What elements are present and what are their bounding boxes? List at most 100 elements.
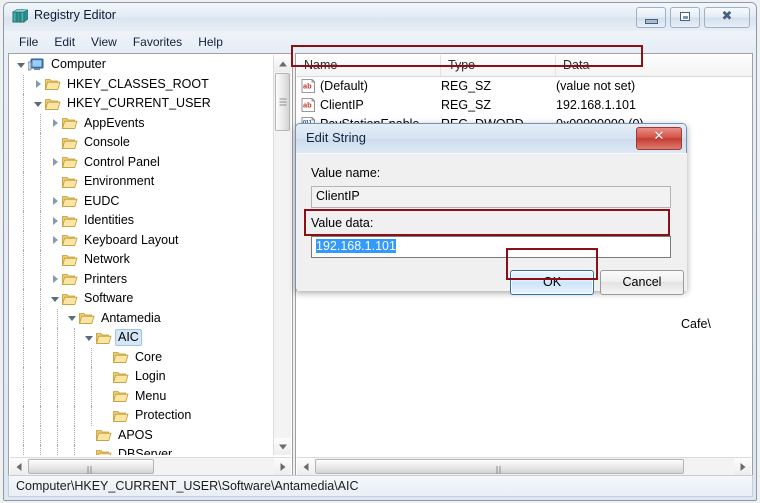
tree-guide-line xyxy=(23,133,25,153)
chevron-right-icon[interactable] xyxy=(50,273,62,285)
tree-guide-line xyxy=(57,367,59,387)
folder-icon xyxy=(45,97,61,111)
chevron-right-icon[interactable] xyxy=(50,234,62,246)
tree-guide-line xyxy=(40,250,42,270)
dialog-close-button[interactable]: ✕ xyxy=(636,127,682,150)
tree-item-login[interactable]: Login xyxy=(10,367,276,387)
chevron-right-icon[interactable] xyxy=(50,117,62,129)
tree-item-hkey-current-user[interactable]: HKEY_CURRENT_USER xyxy=(10,94,276,114)
chevron-right-icon[interactable] xyxy=(50,195,62,207)
value-name-cell: ab ClientIP xyxy=(297,97,441,112)
restore-icon xyxy=(680,12,690,21)
value-row[interactable]: ab (Default) REG_SZ (value not set) xyxy=(297,76,752,95)
tree-item-computer[interactable]: Computer xyxy=(10,55,276,75)
value-row[interactable]: ab ClientIP REG_SZ 192.168.1.101 xyxy=(297,95,752,114)
menu-item-view[interactable]: View xyxy=(83,33,125,51)
grip-icon xyxy=(279,98,286,106)
chevron-down-icon[interactable] xyxy=(16,59,28,71)
registry-tree[interactable]: Computer HKEY_CLASSES_ROOT HKEY_CURRENT_US… xyxy=(10,55,276,455)
tree-item-network[interactable]: Network xyxy=(10,250,276,270)
chevron-left-icon xyxy=(16,462,21,471)
tree-item-printers[interactable]: Printers xyxy=(10,269,276,289)
tree-guide-line xyxy=(40,308,42,328)
edit-string-dialog: Edit String ✕ Value name: ClientIP Value… xyxy=(295,123,687,295)
tree-item-hkey-classes-root[interactable]: HKEY_CLASSES_ROOT xyxy=(10,74,276,94)
chevron-right-icon[interactable] xyxy=(33,78,45,90)
values-horizontal-scrollbar[interactable] xyxy=(297,457,751,488)
tree-guide-line xyxy=(23,113,25,133)
tree-item-menu[interactable]: Menu xyxy=(10,386,276,406)
tree-guide-line xyxy=(40,289,42,309)
tree-item-label: EUDC xyxy=(84,193,120,208)
folder-icon xyxy=(113,350,129,364)
tree-item-label: AppEvents xyxy=(84,115,145,130)
values-hscroll-left-button[interactable] xyxy=(297,458,314,475)
tree-item-protection[interactable]: Protection xyxy=(10,406,276,426)
tree-guide-line xyxy=(23,191,25,211)
tree-item-appevents[interactable]: AppEvents xyxy=(10,113,276,133)
tree-scroll-down-button[interactable] xyxy=(274,438,291,455)
chevron-down-icon[interactable] xyxy=(33,98,45,110)
tree-item-identities[interactable]: Identities xyxy=(10,211,276,231)
value-data-input[interactable]: 192.168.1.101 xyxy=(311,236,671,258)
tree-guide-line xyxy=(74,367,76,387)
menu-item-favorites[interactable]: Favorites xyxy=(125,33,190,51)
folder-icon xyxy=(113,389,129,403)
tree-hscroll-thumb[interactable] xyxy=(28,459,154,488)
tree-item-eudc[interactable]: EUDC xyxy=(10,191,276,211)
chevron-left-icon xyxy=(303,462,308,471)
tree-item-label: Login xyxy=(135,369,166,384)
registry-tree-pane: Computer HKEY_CLASSES_ROOT HKEY_CURRENT_US… xyxy=(8,53,293,488)
status-path: Computer\HKEY_CURRENT_USER\Software\Anta… xyxy=(16,479,359,493)
values-hscroll-thumb[interactable] xyxy=(315,459,684,488)
tree-item-label: HKEY_CLASSES_ROOT xyxy=(67,76,209,91)
close-button[interactable]: ✖ xyxy=(704,7,750,28)
folder-icon xyxy=(62,253,78,267)
tree-guide-line xyxy=(23,74,25,94)
tree-item-console[interactable]: Console xyxy=(10,133,276,153)
tree-guide-line xyxy=(40,230,42,250)
tree-item-environment[interactable]: Environment xyxy=(10,172,276,192)
tree-hscroll-left-button[interactable] xyxy=(10,458,27,475)
chevron-down-icon[interactable] xyxy=(67,312,79,324)
column-header-name[interactable]: Name xyxy=(297,55,441,76)
tree-guide-line xyxy=(40,269,42,289)
tree-horizontal-scrollbar[interactable] xyxy=(10,457,291,488)
tree-vertical-scrollbar[interactable] xyxy=(273,55,291,455)
menu-item-edit[interactable]: Edit xyxy=(46,33,83,51)
value-name-text: (Default) xyxy=(320,78,368,93)
column-header-data[interactable]: Data xyxy=(556,55,752,76)
tree-item-control-panel[interactable]: Control Panel xyxy=(10,152,276,172)
chevron-right-icon[interactable] xyxy=(50,156,62,168)
value-name-input[interactable]: ClientIP xyxy=(311,186,671,208)
tree-guide-line xyxy=(57,445,59,455)
menu-item-file[interactable]: File xyxy=(11,33,46,51)
cancel-button[interactable]: Cancel xyxy=(600,270,684,295)
tree-guide-line xyxy=(57,308,59,328)
value-name-text: ClientIP xyxy=(320,97,364,112)
tree-guide-line xyxy=(57,425,59,445)
tree-item-dbserver[interactable]: DBServer xyxy=(10,445,276,455)
tree-scroll-up-button[interactable] xyxy=(274,55,291,72)
chevron-right-icon[interactable] xyxy=(50,215,62,227)
tree-item-keyboard-layout[interactable]: Keyboard Layout xyxy=(10,230,276,250)
maximize-button[interactable] xyxy=(670,7,700,28)
menu-item-help[interactable]: Help xyxy=(190,33,231,51)
tree-item-apos[interactable]: APOS xyxy=(10,425,276,445)
values-hscroll-right-button[interactable] xyxy=(734,458,751,475)
tree-item-antamedia[interactable]: Antamedia xyxy=(10,308,276,328)
column-header-type[interactable]: Type xyxy=(441,55,556,76)
tree-guide-line xyxy=(23,308,25,328)
minimize-button[interactable] xyxy=(636,7,666,28)
tree-hscroll-right-button[interactable] xyxy=(274,458,291,475)
values-column-header: Name Type Data xyxy=(297,55,752,77)
tree-item-core[interactable]: Core xyxy=(10,347,276,367)
tree-item-software[interactable]: Software xyxy=(10,289,276,309)
tree-item-aic[interactable]: AIC xyxy=(10,328,276,348)
chevron-down-icon[interactable] xyxy=(50,293,62,305)
minimize-icon xyxy=(645,19,658,24)
tree-guide-line xyxy=(91,367,93,387)
ok-button[interactable]: OK xyxy=(510,270,594,295)
tree-scroll-thumb[interactable] xyxy=(275,73,290,131)
chevron-down-icon[interactable] xyxy=(84,332,96,344)
